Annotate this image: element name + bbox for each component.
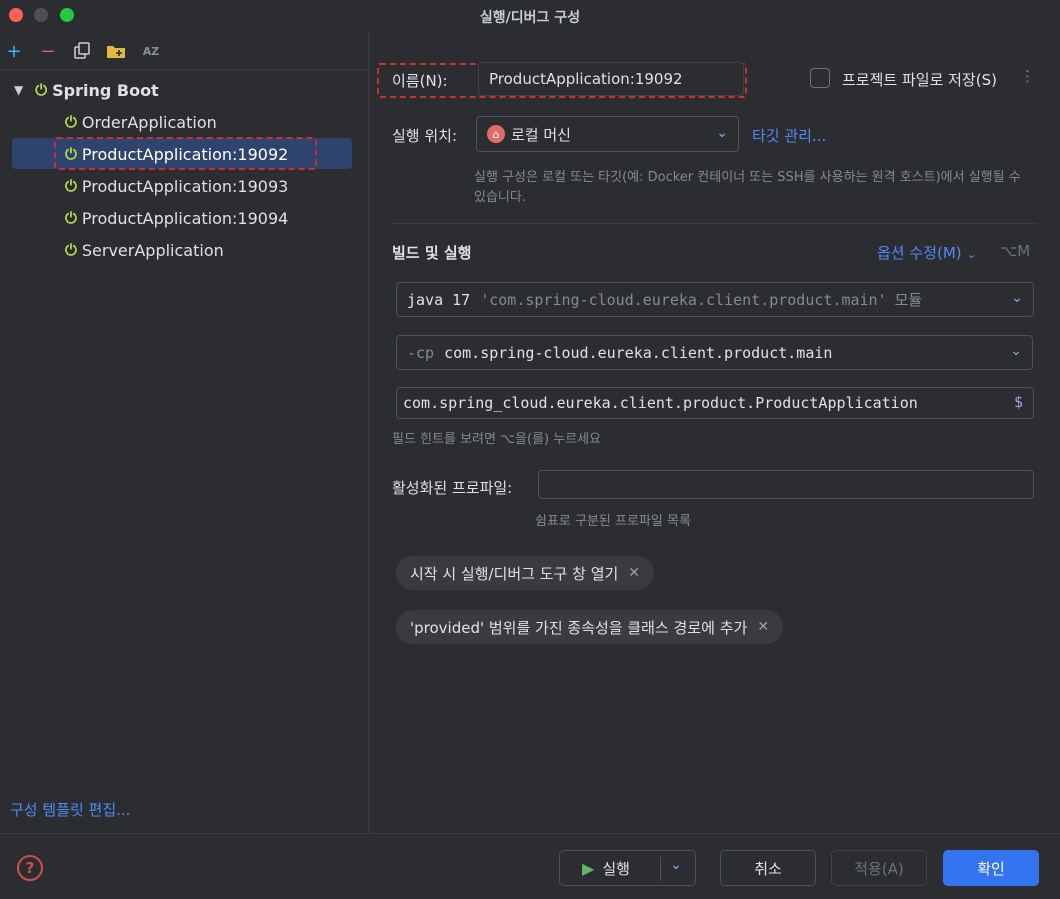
chevron-down-icon: ⌄ xyxy=(1010,343,1022,359)
tree-group-label: Spring Boot xyxy=(52,80,159,100)
more-options-icon[interactable]: ⋮ xyxy=(1020,67,1035,85)
tree-item-label: ProductApplication:19092 xyxy=(81,144,289,164)
spring-boot-icon: ⏻ xyxy=(35,81,48,99)
jre-module: 'com.spring-cloud.eureka.client.product.… xyxy=(480,290,887,309)
modify-options-link[interactable]: 옵션 수정(M) ⌄ xyxy=(877,242,976,263)
classpath-select[interactable]: -cp com.spring-cloud.eureka.client.produ… xyxy=(396,335,1033,370)
chevron-down-icon[interactable]: ⌄ xyxy=(670,857,682,873)
jre-suffix: 모듈 xyxy=(894,291,923,309)
window-title: 실행/디버그 구성 xyxy=(479,10,581,26)
modify-options-shortcut: ⌥M xyxy=(1000,242,1031,260)
run-on-select[interactable]: ⌂ 로컬 머신 ⌄ xyxy=(476,116,739,152)
tree-item-label: ProductApplication:19094 xyxy=(81,208,289,228)
manage-targets-link[interactable]: 타깃 관리... xyxy=(752,125,826,146)
sort-az-icon[interactable]: AZ xyxy=(140,40,162,62)
build-run-heading: 빌드 및 실행 xyxy=(392,244,472,262)
run-button[interactable]: ▶ 실행 ⌄ xyxy=(559,850,696,886)
spring-boot-icon: ⏻ xyxy=(65,209,77,227)
profiles-label: 활성화된 프로파일: xyxy=(392,479,513,497)
run-button-label: 실행 xyxy=(602,859,630,878)
option-chip[interactable]: 시작 시 실행/디버그 도구 창 열기 ✕ xyxy=(396,556,655,590)
spring-boot-icon: ⏻ xyxy=(65,177,77,195)
apply-button[interactable]: 적용(A) xyxy=(831,850,927,886)
run-on-hint: 실행 구성은 로컬 또는 타깃(예: Docker 컨테이너 또는 SSH를 사… xyxy=(474,170,1021,205)
jre-version: java 17 xyxy=(407,290,471,309)
configuration-editor: 이름(N): ProductApplication:19092 프로젝트 파일로… xyxy=(370,32,1060,833)
copy-icon[interactable] xyxy=(71,40,93,62)
main-class-field[interactable]: com.spring_cloud.eureka.client.product.P… xyxy=(396,387,1034,419)
dialog-footer: ? ▶ 실행 ⌄ 취소 적용(A) 확인 xyxy=(0,833,1060,899)
cp-value: com.spring-cloud.eureka.client.product.m… xyxy=(444,343,833,362)
tree-item-label: OrderApplication xyxy=(81,112,217,132)
chevron-down-icon: ⌄ xyxy=(716,125,728,141)
option-chip-label: 시작 시 실행/디버그 도구 창 열기 xyxy=(410,564,619,583)
edit-templates-link[interactable]: 구성 템플릿 편집... xyxy=(10,799,130,820)
chevron-down-icon: ⌄ xyxy=(1011,290,1023,306)
profiles-hint: 쉼표로 구분된 프로파일 목록 xyxy=(535,514,691,529)
divider xyxy=(392,223,1037,224)
name-field[interactable]: ProductApplication:19092 xyxy=(478,62,744,96)
macro-icon[interactable]: $ xyxy=(1014,393,1023,411)
spring-boot-icon: ⏻ xyxy=(65,241,77,259)
save-to-project-label: 프로젝트 파일로 저장(S) xyxy=(842,71,997,89)
close-icon[interactable]: ✕ xyxy=(628,565,640,581)
name-field-value: ProductApplication:19092 xyxy=(489,70,683,88)
chevron-down-icon[interactable]: ▼ xyxy=(14,83,23,97)
minus-icon[interactable]: − xyxy=(37,40,59,62)
modify-options-label: 옵션 수정(M) xyxy=(877,244,962,262)
run-on-value: 로컬 머신 xyxy=(511,125,571,144)
split-divider xyxy=(660,857,661,881)
run-icon: ▶ xyxy=(582,858,595,878)
tree-item-label: ServerApplication xyxy=(81,240,224,260)
jre-select[interactable]: java 17 'com.spring-cloud.eureka.client.… xyxy=(396,282,1034,317)
home-icon: ⌂ xyxy=(487,125,505,143)
tree-item[interactable]: ⏻ ServerApplication xyxy=(65,235,224,265)
save-to-project-checkbox[interactable] xyxy=(810,68,830,88)
new-folder-icon[interactable] xyxy=(105,40,127,62)
close-icon[interactable]: ✕ xyxy=(757,619,769,635)
chevron-down-icon: ⌄ xyxy=(966,247,977,261)
field-hint: 필드 힌트를 보려면 ⌥을(를) 누르세요 xyxy=(392,432,602,447)
cancel-button[interactable]: 취소 xyxy=(720,850,816,886)
help-icon[interactable]: ? xyxy=(17,855,43,881)
tree-item[interactable]: ⏻ OrderApplication xyxy=(65,107,217,137)
option-chip-label: 'provided' 범위를 가진 종속성을 클래스 경로에 추가 xyxy=(410,618,748,637)
spring-boot-icon: ⏻ xyxy=(65,113,77,131)
configurations-panel: + − AZ ▼ ⏻ Spring Boot ⏻ OrderApplicatio… xyxy=(0,32,369,833)
title-bar: 실행/디버그 구성 xyxy=(0,0,1060,32)
name-label: 이름(N): xyxy=(392,72,448,90)
run-on-label: 실행 위치: xyxy=(392,127,458,145)
ok-button[interactable]: 확인 xyxy=(943,850,1039,886)
tree-group-spring-boot[interactable]: ▼ ⏻ Spring Boot xyxy=(14,75,159,105)
tree-item-selected[interactable]: ⏻ ProductApplication:19092 xyxy=(65,139,288,169)
configurations-toolbar: + − AZ xyxy=(0,32,369,70)
option-chip[interactable]: 'provided' 범위를 가진 종속성을 클래스 경로에 추가 ✕ xyxy=(396,610,784,644)
tree-item[interactable]: ⏻ ProductApplication:19094 xyxy=(65,203,288,233)
spring-boot-icon: ⏻ xyxy=(65,145,77,163)
tree-item-label: ProductApplication:19093 xyxy=(81,176,289,196)
main-class-value: com.spring_cloud.eureka.client.product.P… xyxy=(403,394,918,412)
plus-icon[interactable]: + xyxy=(3,40,25,62)
cp-prefix: -cp xyxy=(407,343,435,362)
profiles-field[interactable] xyxy=(538,470,1034,499)
tree-item[interactable]: ⏻ ProductApplication:19093 xyxy=(65,171,288,201)
